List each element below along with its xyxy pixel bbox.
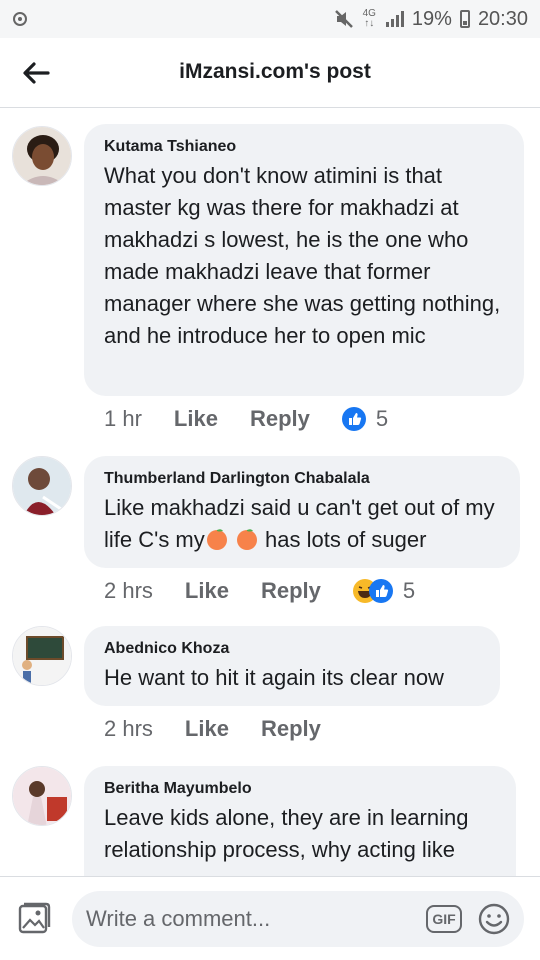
reply-button[interactable]: Reply: [250, 406, 310, 432]
peach-emoji-icon: [236, 529, 257, 550]
comment-text: Like makhadzi said u can't get out of my…: [104, 492, 500, 556]
battery-icon: [459, 10, 470, 28]
comment-input[interactable]: [86, 903, 406, 935]
comment-actions: 2 hrs Like Reply: [104, 716, 353, 742]
post-header: iMzansi.com's post: [0, 38, 540, 108]
thumbs-up-icon: [341, 407, 366, 431]
reply-button[interactable]: Reply: [261, 716, 321, 742]
comment-author[interactable]: Beritha Mayumbelo: [104, 780, 496, 798]
mute-icon: [334, 10, 353, 28]
status-bar: 4G ↑↓ 19% 20:30: [0, 0, 540, 38]
clock: 20:30: [477, 7, 528, 30]
comment-bubble[interactable]: Thumberland Darlington Chabalala Like ma…: [84, 456, 520, 568]
photo-icon[interactable]: [18, 901, 52, 935]
comment-time: 2 hrs: [104, 578, 153, 603]
peach-emoji-icon: [206, 529, 227, 550]
emoji-icon[interactable]: [478, 903, 510, 935]
comment-composer: GIF: [0, 876, 540, 960]
signal-icon: [384, 11, 404, 27]
like-button[interactable]: Like: [174, 406, 218, 432]
like-button[interactable]: Like: [185, 716, 229, 742]
comment-bubble[interactable]: Abednico Khoza He want to hit it again i…: [84, 626, 500, 706]
reply-button[interactable]: Reply: [261, 578, 321, 604]
network-type: 4G ↑↓: [362, 8, 376, 29]
comment-text-part: has lots of suger: [265, 527, 427, 552]
comment-time: 1 hr: [104, 406, 142, 431]
comment: Beritha Mayumbelo Leave kids alone, they…: [0, 766, 540, 876]
reaction-count: 5: [402, 578, 416, 603]
comment-text: What you don't know atimini is that mast…: [104, 163, 501, 348]
comment-text: He want to hit it again its clear now: [104, 665, 444, 690]
avatar[interactable]: [12, 766, 72, 826]
comment-actions: 1 hr Like Reply 5: [104, 406, 388, 432]
comment-author[interactable]: Thumberland Darlington Chabalala: [104, 470, 500, 488]
avatar[interactable]: [12, 456, 72, 516]
avatar[interactable]: [12, 626, 72, 686]
gif-button[interactable]: GIF: [426, 905, 462, 933]
comment-bubble[interactable]: Beritha Mayumbelo Leave kids alone, they…: [84, 766, 516, 876]
comment-time: 2 hrs: [104, 716, 153, 741]
battery-percent: 19%: [411, 7, 452, 30]
comment-author[interactable]: Abednico Khoza: [104, 640, 480, 658]
comment-author[interactable]: Kutama Tshianeo: [104, 138, 504, 156]
reaction-count: 5: [375, 406, 389, 431]
comment-bubble[interactable]: Kutama Tshianeo What you don't know atim…: [84, 124, 524, 396]
comment-text: Leave kids alone, they are in learning r…: [104, 805, 469, 862]
reaction-summary[interactable]: 5: [341, 406, 389, 432]
settings-notification-icon: [13, 12, 27, 26]
like-button[interactable]: Like: [185, 578, 229, 604]
page-title: iMzansi.com's post: [179, 60, 371, 83]
avatar[interactable]: [12, 126, 72, 186]
reaction-summary[interactable]: 5: [352, 578, 416, 604]
thumbs-up-icon: [368, 579, 393, 603]
comment-input-wrapper[interactable]: GIF: [72, 891, 524, 947]
comment-actions: 2 hrs Like Reply 5: [104, 578, 415, 604]
